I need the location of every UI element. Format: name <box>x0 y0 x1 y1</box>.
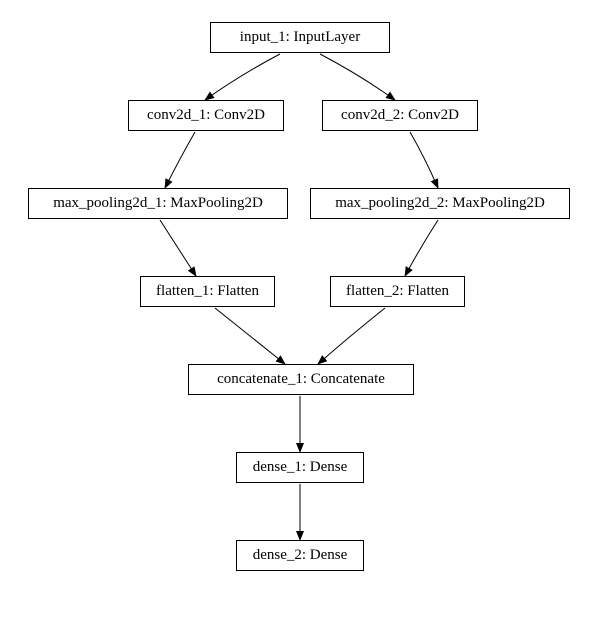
node-label: conv2d_1: Conv2D <box>147 107 265 123</box>
node-max-pooling2d-1: max_pooling2d_1: MaxPooling2D <box>28 188 288 219</box>
node-dense-1: dense_1: Dense <box>236 452 364 483</box>
node-label: max_pooling2d_1: MaxPooling2D <box>53 195 263 211</box>
node-label: flatten_1: Flatten <box>156 283 259 299</box>
node-flatten-1: flatten_1: Flatten <box>140 276 275 307</box>
node-label: dense_2: Dense <box>253 547 348 563</box>
node-max-pooling2d-2: max_pooling2d_2: MaxPooling2D <box>310 188 570 219</box>
node-conv2d-1: conv2d_1: Conv2D <box>128 100 284 131</box>
node-label: concatenate_1: Concatenate <box>217 371 385 387</box>
node-label: max_pooling2d_2: MaxPooling2D <box>335 195 545 211</box>
node-dense-2: dense_2: Dense <box>236 540 364 571</box>
node-conv2d-2: conv2d_2: Conv2D <box>322 100 478 131</box>
node-label: conv2d_2: Conv2D <box>341 107 459 123</box>
node-input-1: input_1: InputLayer <box>210 22 390 53</box>
node-label: dense_1: Dense <box>253 459 348 475</box>
node-label: flatten_2: Flatten <box>346 283 449 299</box>
node-label: input_1: InputLayer <box>240 29 360 45</box>
node-flatten-2: flatten_2: Flatten <box>330 276 465 307</box>
node-concatenate-1: concatenate_1: Concatenate <box>188 364 414 395</box>
